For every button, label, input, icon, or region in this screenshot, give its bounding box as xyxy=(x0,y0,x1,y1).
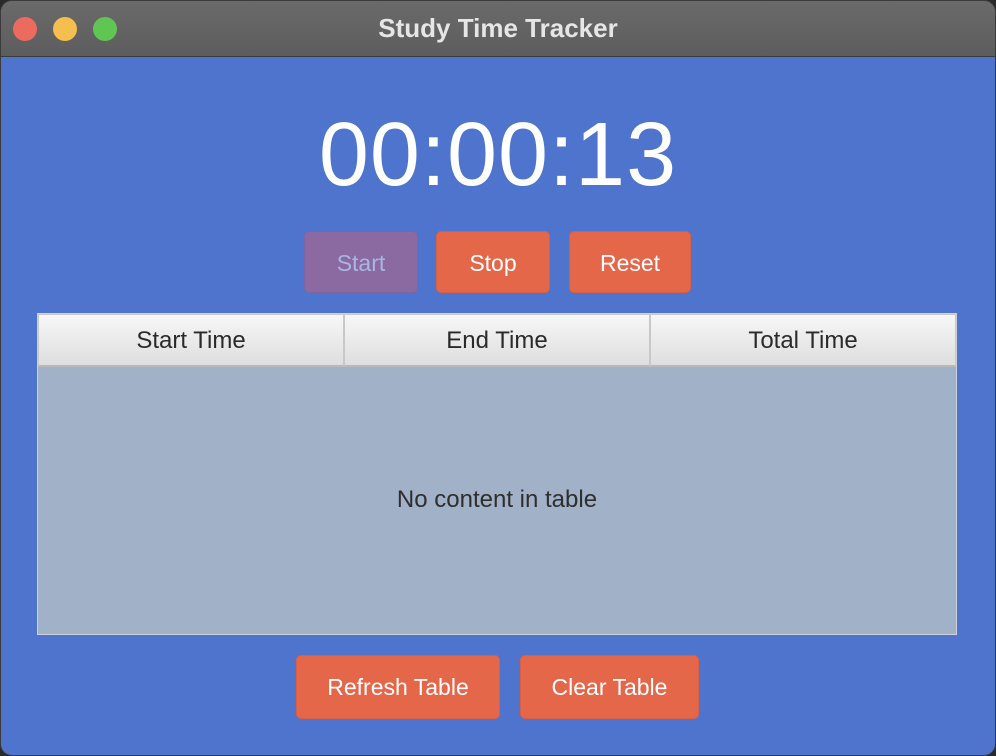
title-bar[interactable]: Study Time Tracker xyxy=(1,1,995,57)
stop-button[interactable]: Stop xyxy=(436,231,550,293)
empty-table-placeholder: No content in table xyxy=(396,486,598,513)
column-header-end-time[interactable]: End Time xyxy=(344,314,650,367)
reset-button[interactable]: Reset xyxy=(569,231,691,293)
column-header-total-time[interactable]: Total Time xyxy=(650,314,956,367)
timer-display: 00:00:13 xyxy=(318,105,678,205)
refresh-table-button[interactable]: Refresh Table xyxy=(296,655,500,719)
column-header-start-time[interactable]: Start Time xyxy=(38,314,344,367)
start-button[interactable]: Start xyxy=(304,231,418,293)
clear-table-button[interactable]: Clear Table xyxy=(520,655,699,719)
sessions-table[interactable]: Start Time End Time Total Time No conten… xyxy=(37,313,957,635)
window-title: Study Time Tracker xyxy=(378,13,618,43)
table-header: Start Time End Time Total Time xyxy=(38,314,956,367)
app-window: Study Time Tracker 00:00:13 Start Stop R… xyxy=(0,0,996,756)
